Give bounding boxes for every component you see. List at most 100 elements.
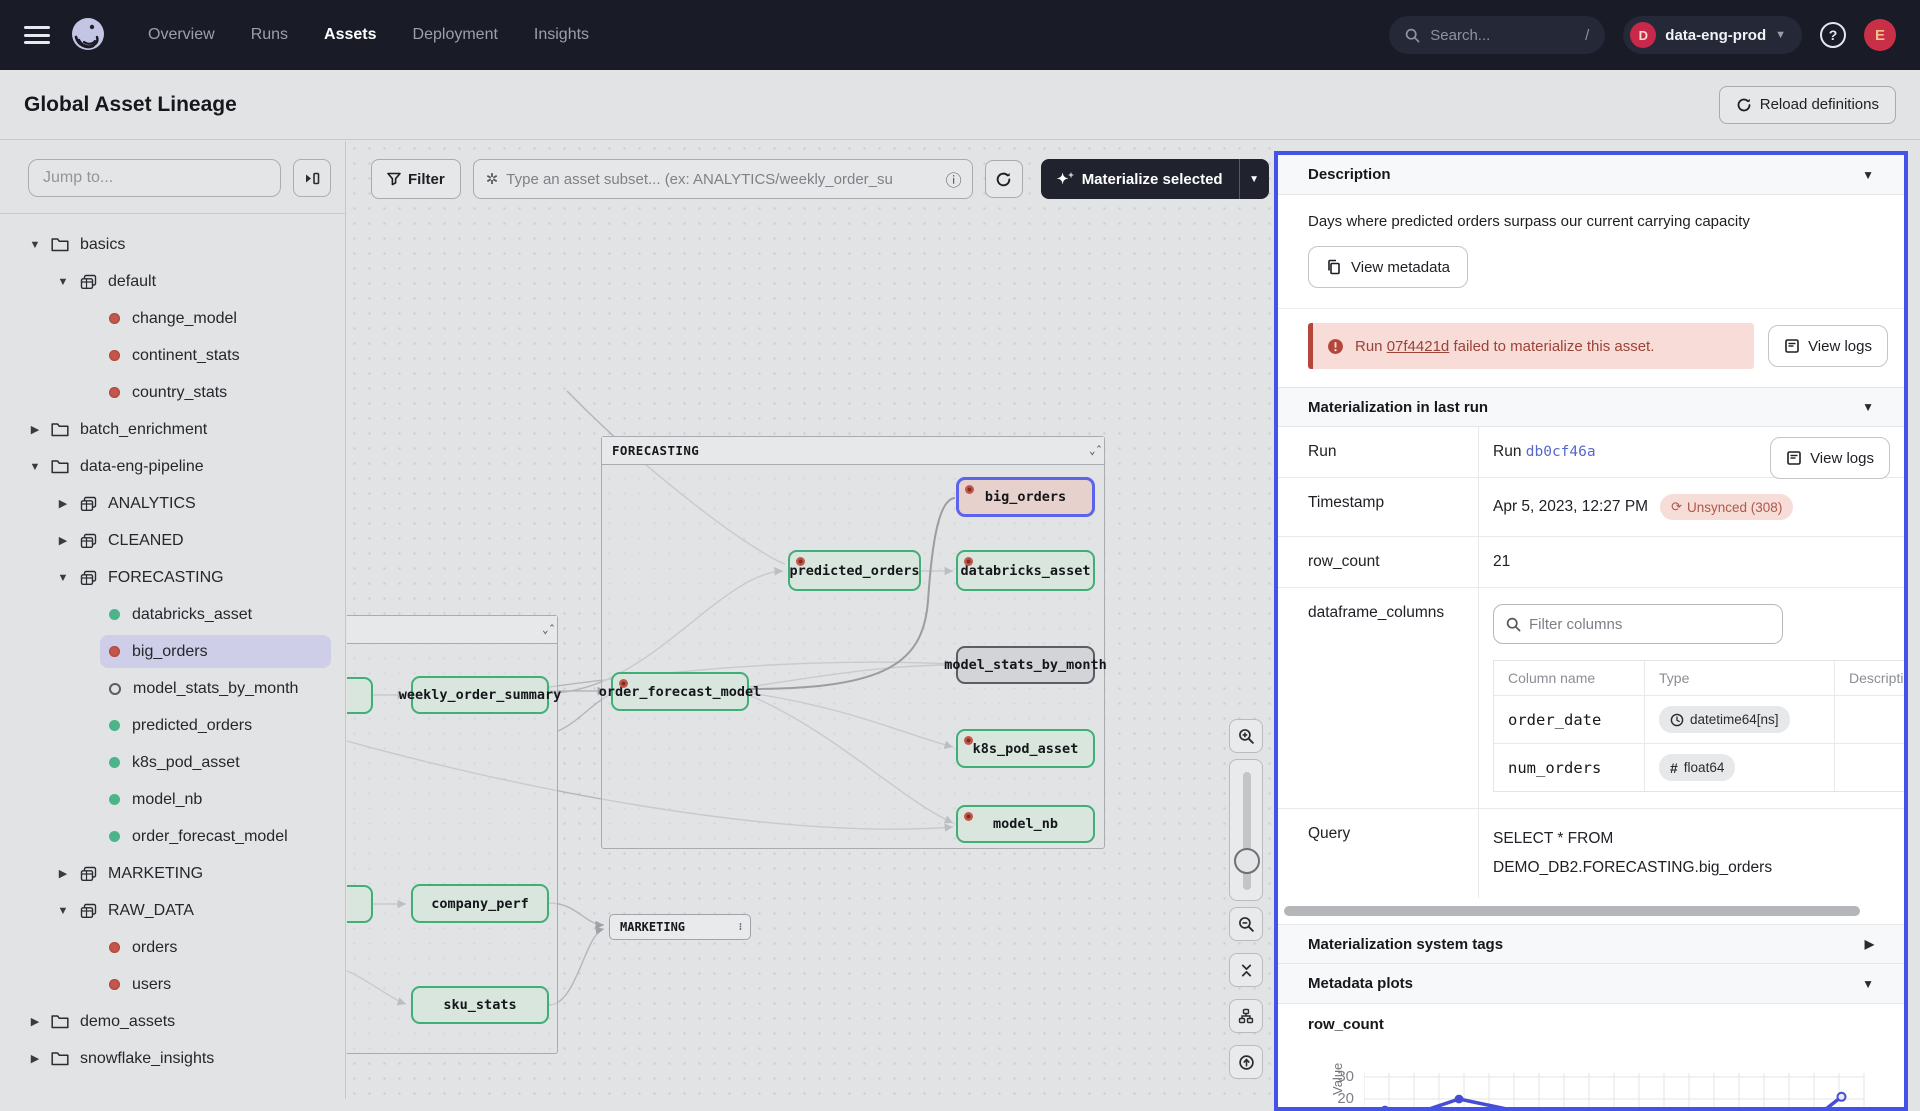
nav-item-insights[interactable]: Insights [534,26,589,44]
zoom-slider[interactable] [1229,759,1263,901]
view-metadata-button[interactable]: View metadata [1308,246,1468,288]
sidebar-item-snowflake_insights[interactable]: ▶snowflake_insights [0,1040,345,1077]
sidebar-item-model_stats_by_month[interactable]: model_stats_by_month [0,670,345,707]
relayout-button[interactable] [1229,999,1263,1033]
group-icon [78,569,98,587]
sidebar-item-label: change_model [132,310,237,328]
system-tags-section-header[interactable]: Materialization system tags ▶ [1278,924,1904,964]
nav-item-deployment[interactable]: Deployment [413,26,498,44]
deployment-switcher[interactable]: D data-eng-prod ▼ [1623,16,1802,54]
collapse-sidebar-button[interactable] [293,159,331,197]
group-expand-icon[interactable]: ⌄̂ [542,623,549,636]
sidebar-item-batch_enrichment[interactable]: ▶batch_enrichment [0,411,345,448]
asset-node-k8s_pod_asset[interactable]: k8s_pod_asset [956,729,1095,768]
asset-node-partial[interactable] [347,677,373,714]
sidebar-item-databricks_asset[interactable]: databricks_asset [0,596,345,633]
asset-node-big_orders[interactable]: big_orders [956,477,1095,517]
sidebar-item-continent_stats[interactable]: continent_stats [0,337,345,374]
zoom-slider-handle[interactable] [1234,848,1260,874]
column-type: float64 [1684,760,1725,775]
asset-node-model_stats_by_month[interactable]: model_stats_by_month [956,646,1095,684]
sidebar-item-model_nb[interactable]: model_nb [0,781,345,818]
collapse-groups-button[interactable] [1229,953,1263,987]
caret-right-icon[interactable]: ▶ [54,534,72,547]
selected-asset-pill[interactable]: big_orders [100,635,331,668]
caret-down-icon[interactable]: ▼ [54,905,72,917]
filter-columns-input[interactable]: Filter columns [1493,604,1783,644]
recenter-button[interactable] [1229,1045,1263,1079]
sidebar-item-predicted_orders[interactable]: predicted_orders [0,707,345,744]
sidebar-item-k8s_pod_asset[interactable]: k8s_pod_asset [0,744,345,781]
search-input[interactable]: Search... / [1389,16,1605,54]
caret-right-icon[interactable]: ▶ [26,1052,44,1065]
caret-down-icon[interactable]: ▼ [26,239,44,251]
sidebar-item-RAW_DATA[interactable]: ▼RAW_DATA [0,892,345,929]
sidebar-item-FORECASTING[interactable]: ▼FORECASTING [0,559,345,596]
failed-run-link[interactable]: 07f4421d [1387,338,1450,355]
clock-icon [1670,713,1684,727]
sidebar-item-orders[interactable]: orders [0,929,345,966]
caret-down-icon[interactable]: ▼ [54,276,72,288]
sidebar-item-ANALYTICS[interactable]: ▶ANALYTICS [0,485,345,522]
caret-right-icon[interactable]: ▶ [26,423,44,436]
sidebar-item-label: continent_stats [132,347,240,365]
info-icon[interactable]: ⓘ [946,167,962,191]
asset-node-company_perf[interactable]: company_perf [411,884,549,923]
view-logs-button[interactable]: View logs [1770,437,1890,479]
alert-text: Run 07f4421d failed to materialize this … [1355,338,1654,355]
asset-group-marketing-collapsed[interactable]: MARKETING ⁝ [609,914,751,940]
asset-node-databricks_asset[interactable]: databricks_asset [956,550,1095,591]
filter-button[interactable]: Filter [371,159,461,199]
caret-right-icon[interactable]: ▶ [54,497,72,510]
help-icon[interactable]: ? [1820,22,1846,48]
asset-group-header[interactable]: ⌄̂ [347,616,557,644]
sidebar-item-data-eng-pipeline[interactable]: ▼data-eng-pipeline [0,448,345,485]
nav-item-runs[interactable]: Runs [251,26,288,44]
sidebar-item-big_orders[interactable]: big_orders [0,633,345,670]
asset-node-order_forecast_model[interactable]: order_forecast_model [611,672,749,711]
avatar[interactable]: E [1864,19,1896,51]
asset-node-partial[interactable] [347,885,373,923]
sidebar-item-order_forecast_model[interactable]: order_forecast_model [0,818,345,855]
horizontal-scrollbar[interactable] [1284,906,1860,916]
zoom-in-button[interactable] [1229,719,1263,753]
sidebar-item-basics[interactable]: ▼basics [0,226,345,263]
folder-icon [50,236,70,254]
sidebar-item-CLEANED[interactable]: ▶CLEANED [0,522,345,559]
asset-group-header[interactable]: FORECASTING ⌄̂ [602,437,1104,465]
sidebar-item-demo_assets[interactable]: ▶demo_assets [0,1003,345,1040]
nav-item-overview[interactable]: Overview [148,26,215,44]
asset-node-sku_stats[interactable]: sku_stats [411,986,549,1024]
jump-to-input[interactable]: Jump to... [28,159,281,197]
asset-subset-input[interactable]: ✲ Type an asset subset... (ex: ANALYTICS… [473,159,973,199]
asset-node-weekly_order_summary[interactable]: weekly_order_summary [411,676,549,714]
materialize-options-caret[interactable]: ▼ [1239,159,1269,199]
refresh-graph-button[interactable] [985,160,1023,198]
query-line: SELECT * FROM [1493,825,1888,854]
sidebar-item-MARKETING[interactable]: ▶MARKETING [0,855,345,892]
sidebar-item-default[interactable]: ▼default [0,263,345,300]
unsynced-badge[interactable]: ⟳ Unsynced (308) [1660,494,1793,520]
menu-icon[interactable] [24,26,50,44]
zoom-out-button[interactable] [1229,907,1263,941]
group-collapse-icon[interactable]: ⌄̂ [1089,444,1096,457]
sidebar-item-country_stats[interactable]: country_stats [0,374,345,411]
caret-right-icon[interactable]: ▶ [54,867,72,880]
run-id-link[interactable]: db0cf46a [1526,444,1596,460]
last-run-section-header[interactable]: Materialization in last run ▼ [1278,387,1904,427]
reload-definitions-button[interactable]: Reload definitions [1719,86,1896,124]
asset-node-label: company_perf [431,896,529,912]
asset-node-model_nb[interactable]: model_nb [956,805,1095,843]
caret-down-icon[interactable]: ▼ [54,572,72,584]
view-logs-button[interactable]: View logs [1768,325,1888,367]
description-section-header[interactable]: Description ▼ [1278,155,1904,195]
sidebar-item-change_model[interactable]: change_model [0,300,345,337]
asset-node-predicted_orders[interactable]: predicted_orders [788,550,921,591]
nav-item-assets[interactable]: Assets [324,26,376,44]
caret-down-icon[interactable]: ▼ [26,461,44,473]
metadata-plots-section-header[interactable]: Metadata plots ▼ [1278,964,1904,1004]
refresh-icon [1736,97,1752,113]
sidebar-item-users[interactable]: users [0,966,345,1003]
materialize-selected-button[interactable]: ✦+ Materialize selected ▼ [1041,159,1269,199]
caret-right-icon[interactable]: ▶ [26,1015,44,1028]
